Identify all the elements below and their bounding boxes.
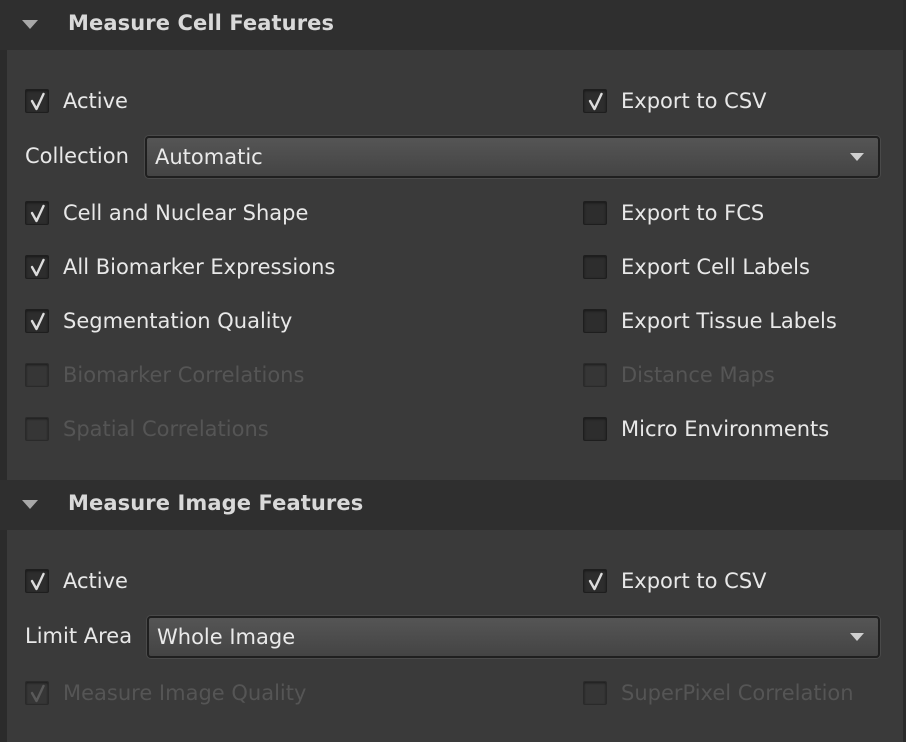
collection-dropdown[interactable]: Automatic [145,136,880,178]
checkmark-icon [30,572,45,591]
checkbox-box[interactable] [25,363,49,387]
checkbox-label: Export Tissue Labels [621,309,837,333]
checkbox-label: Biomarker Correlations [63,363,305,387]
image-features-title: Measure Image Features [68,491,364,515]
checkbox-label: Export to CSV [621,89,767,113]
all-biomarker-expressions-checkbox[interactable]: All Biomarker Expressions [25,252,335,282]
checkbox-box[interactable] [583,201,607,225]
image-active-checkbox[interactable]: Active [25,566,128,596]
export-cell-labels-checkbox[interactable]: Export Cell Labels [583,252,810,282]
checkbox-label: Export to FCS [621,201,765,225]
cell-export-csv-checkbox[interactable]: Export to CSV [583,86,767,116]
collapse-triangle-icon[interactable] [22,20,38,29]
checkbox-box[interactable] [583,309,607,333]
cell-active-checkbox[interactable]: Active [25,86,128,116]
collection-value: Automatic [155,145,263,169]
checkbox-box[interactable] [583,681,607,705]
checkmark-icon [30,312,45,331]
checkmark-icon [30,684,45,703]
limit-area-value: Whole Image [157,625,296,649]
checkbox-box[interactable] [583,417,607,441]
checkbox-label: Cell and Nuclear Shape [63,201,309,225]
checkbox-box[interactable] [583,255,607,279]
checkbox-label: Export Cell Labels [621,255,810,279]
limit-area-label: Limit Area [25,624,133,648]
cell-features-header[interactable]: Measure Cell Features [0,0,903,50]
checkbox-box[interactable] [25,89,49,113]
chevron-down-icon [850,633,864,641]
biomarker-correlations-checkbox[interactable]: Biomarker Correlations [25,360,304,390]
checkbox-label: Active [63,89,128,113]
checkbox-box[interactable] [25,309,49,333]
segmentation-quality-checkbox[interactable]: Segmentation Quality [25,306,292,336]
limit-area-dropdown[interactable]: Whole Image [147,616,880,658]
checkmark-icon [30,204,45,223]
image-export-csv-checkbox[interactable]: Export to CSV [583,566,767,596]
spatial-correlations-checkbox[interactable]: Spatial Correlations [25,414,269,444]
distance-maps-checkbox[interactable]: Distance Maps [583,360,775,390]
checkbox-box[interactable] [25,681,49,705]
checkbox-box[interactable] [583,89,607,113]
export-tissue-labels-checkbox[interactable]: Export Tissue Labels [583,306,837,336]
checkbox-label: SuperPixel Correlation [621,681,854,705]
checkmark-icon [30,258,45,277]
checkmark-icon [588,92,603,111]
cell-and-nuclear-shape-checkbox[interactable]: Cell and Nuclear Shape [25,198,308,228]
checkbox-label: All Biomarker Expressions [63,255,336,279]
checkmark-icon [588,572,603,591]
collection-label: Collection [25,144,129,168]
checkbox-label: Spatial Correlations [63,417,269,441]
checkbox-box[interactable] [25,255,49,279]
checkbox-label: Active [63,569,128,593]
checkbox-box[interactable] [583,569,607,593]
measure-image-quality-checkbox[interactable]: Measure Image Quality [25,678,306,708]
checkbox-label: Measure Image Quality [63,681,307,705]
collapse-triangle-icon[interactable] [22,500,38,509]
chevron-down-icon [850,153,864,161]
checkbox-box[interactable] [25,417,49,441]
checkbox-box[interactable] [583,363,607,387]
checkbox-label: Export to CSV [621,569,767,593]
superpixel-correlation-checkbox[interactable]: SuperPixel Correlation [583,678,854,708]
image-features-header[interactable]: Measure Image Features [0,480,903,530]
micro-environments-checkbox[interactable]: Micro Environments [583,414,829,444]
checkbox-label: Micro Environments [621,417,830,441]
export-to-fcs-checkbox[interactable]: Export to FCS [583,198,764,228]
checkbox-label: Segmentation Quality [63,309,293,333]
cell-features-title: Measure Cell Features [68,11,335,35]
checkbox-label: Distance Maps [621,363,775,387]
checkbox-box[interactable] [25,569,49,593]
checkbox-box[interactable] [25,201,49,225]
checkmark-icon [30,92,45,111]
